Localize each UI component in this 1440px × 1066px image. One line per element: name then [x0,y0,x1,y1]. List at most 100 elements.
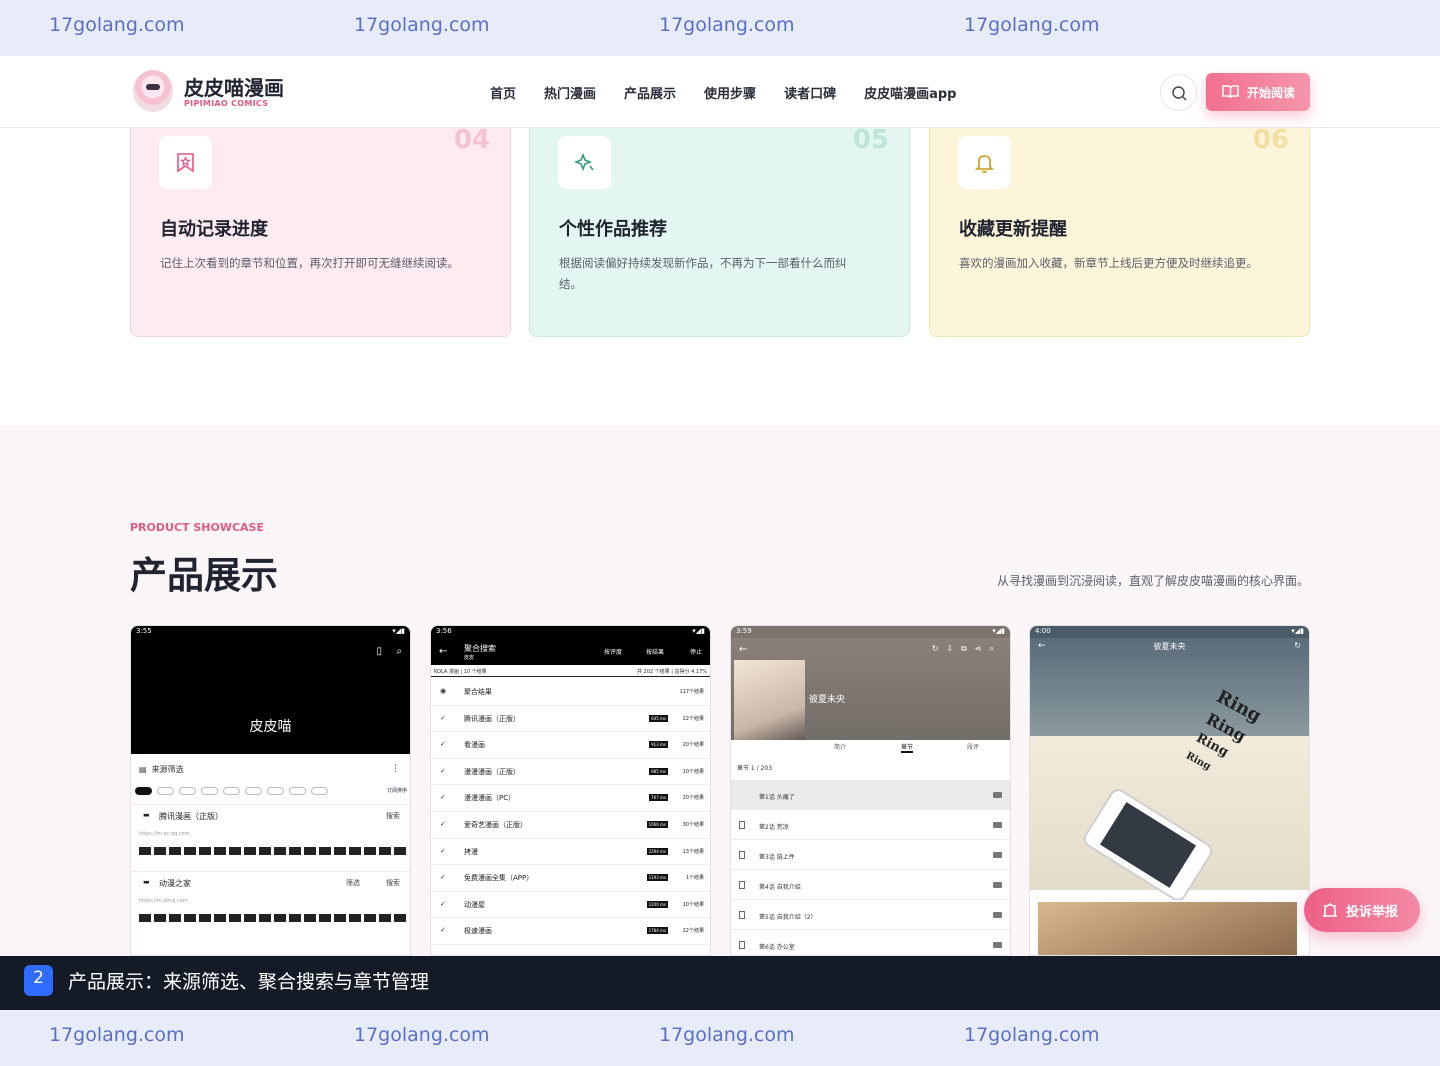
screenshot-reader[interactable]: 4:00 ▾◢▮ ← 彼夏未央 ↻ Ring Ring Ring Ring [1029,625,1310,956]
chapter-status-icon [993,792,1002,798]
filter-chip[interactable] [179,787,196,795]
watermark-strip-top: 17golang.com 17golang.com 17golang.com 1… [0,0,1440,56]
screenshot-source-filter[interactable]: 3:55 ▾◢▮ ▯ ⌕ 皮皮喵 ▤ 来源筛选 ⋮ 订阅排序 ▬ 腾讯漫画（正版）… [130,625,411,956]
list-item[interactable]: ◉ 聚合结果 117个结果 [431,679,710,706]
brand-subtitle: PIPIMIAO COMICS [184,99,269,108]
nav-item-hot[interactable]: 热门漫画 [544,83,596,102]
feature-description: 根据阅读偏好持续发现新作品，不再为下一部看什么而纠结。 [559,256,847,291]
bookmark-icon [739,881,745,889]
filter-bar: ▤ 来源筛选 [139,765,184,774]
filter-chip[interactable] [157,787,174,795]
chapter-item[interactable]: 第5话 自我介绍（2） [731,900,1010,930]
reader-title: 彼夏未央 [1153,642,1186,651]
filter-chip[interactable] [267,787,284,795]
source-name: 动漫之家 [159,879,191,888]
bookmark-icon [739,821,745,829]
feature-title: 个性作品推荐 [559,219,667,240]
radio-icon: ◉ [440,687,447,695]
source-search-action[interactable]: 搜索 [386,878,400,888]
toolbar-icons[interactable]: ↻⇩⧉⋖⌕ [932,644,1002,654]
nav-item-showcase[interactable]: 产品展示 [624,83,676,102]
report-button[interactable]: 投诉举报 [1304,888,1420,932]
toolbar-action[interactable]: 按评度 [604,647,622,656]
tab-comments[interactable]: 段评 [967,742,979,751]
source-url: https://m.dmzj.com [139,898,188,904]
screenshot-aggregate-search[interactable]: 3:56 ▾◢▮ ← 聚合搜索 皮皮 按评度 按结果 停止 KOLA 漫画 | 1… [430,625,711,956]
feature-card-reminder: 06 收藏更新提醒 喜欢的漫画加入收藏，新章节上线后更方便及时继续追更。 [929,116,1310,337]
list-item[interactable]: ✓ 动漫屋 1200 ms 10个结果 [431,892,710,919]
feature-title: 自动记录进度 [160,219,268,240]
check-icon: ✓ [440,846,446,855]
check-icon: ✓ [440,740,446,749]
site-header: 皮皮喵漫画 PIPIMIAO COMICS 首页 热门漫画 产品展示 使用步骤 … [0,56,1440,128]
sparkle-icon [574,152,594,172]
nav-item-home[interactable]: 首页 [490,83,516,102]
watermark-text: 17golang.com [659,1024,795,1046]
screenshot-chapter-list[interactable]: 3:59 ▾◢▮ ← ↻⇩⧉⋖⌕ 彼夏未央 简介 章节 段评 章节 1 / 203… [730,625,1011,956]
toolbar-action[interactable]: 按结果 [646,647,664,656]
list-item[interactable]: ✓ 漫漫漫画（正版） 985 ms 10个结果 [431,759,710,786]
filter-chip[interactable] [201,787,218,795]
tab-chapters[interactable]: 章节 [901,742,914,753]
source-search-action[interactable]: 搜索 [386,811,400,821]
chapter-item[interactable]: 第3话 链上件 [731,840,1010,870]
source-tags [139,847,409,855]
refresh-icon[interactable]: ↻ [1294,641,1301,650]
report-label: 投诉举报 [1346,905,1399,920]
feature-icon-box [159,136,212,189]
chapter-list: 第1话 头痛了 第2话 荒凉 第3话 链上件 第4话 自我介绍 第5话 自我介绍… [731,780,1010,955]
filter-chip[interactable] [245,787,262,795]
brand-name[interactable]: 皮皮喵漫画 [184,72,284,101]
brand-logo[interactable] [133,70,173,112]
source-name: 腾讯漫画（正版） [159,812,223,821]
filter-chip[interactable] [289,787,306,795]
source-url: https://m.ac.qq.com [139,831,190,837]
chapter-status-icon [993,822,1002,828]
tab-intro[interactable]: 简介 [834,742,846,751]
toolbar-action[interactable]: 停止 [690,647,702,656]
product-showcase-section: PRODUCT SHOWCASE 产品展示 从寻找漫画到沉浸阅读，直观了解皮皮喵… [0,425,1440,956]
source-row[interactable]: ▬ 动漫之家 筛选 搜索 https://m.dmzj.com [131,871,410,929]
filter-chip[interactable] [135,787,152,795]
filter-chip[interactable] [311,787,328,795]
chapter-item[interactable]: 第4话 自我介绍 [731,870,1010,900]
check-icon: ✓ [440,766,446,775]
list-item[interactable]: ✓ 腾讯漫画（正版） 645 ms 22个结果 [431,706,710,733]
search-button[interactable] [1160,74,1197,111]
sort-label[interactable]: 订阅排序 [387,787,407,794]
start-reading-button[interactable]: 开始阅读 [1206,73,1310,111]
chip-row: 订阅排序 [135,787,409,797]
back-arrow-icon[interactable]: ← [739,644,747,655]
status-bar: 4:00 ▾◢▮ [1030,626,1309,638]
caption-bar: 2 产品展示：来源筛选、聚合搜索与章节管理 [0,956,1440,1010]
more-vert-icon[interactable]: ⋮ [391,764,400,774]
chapter-item[interactable]: 第2话 荒凉 [731,810,1010,840]
toolbar-subtitle: 皮皮 [464,655,475,661]
source-row[interactable]: ▬ 腾讯漫画（正版） 搜索 https://m.ac.qq.com [131,804,410,862]
check-icon: ✓ [440,793,446,802]
watermark-text: 17golang.com [354,1024,490,1046]
watermark-text: 17golang.com [964,1024,1100,1046]
bookmark-icon [739,911,745,919]
feature-title: 收藏更新提醒 [959,219,1067,240]
filter-chip[interactable] [223,787,240,795]
section-description: 从寻找漫画到沉浸阅读，直观了解皮皮喵漫画的核心界面。 [996,574,1309,588]
list-item[interactable]: ✓ 看漫画 913 ms 20个结果 [431,732,710,759]
nav-item-steps[interactable]: 使用步骤 [704,83,756,102]
watermark-text: 17golang.com [49,14,185,36]
list-item[interactable]: ✓ 免费漫画全集（APP） 1193 ms 1个结果 [431,865,710,892]
list-item[interactable]: ✓ 拷漫 2294 ms 13个结果 [431,839,710,866]
source-icon: ▬ [143,878,150,886]
nav-item-app[interactable]: 皮皮喵漫画app [864,83,956,102]
list-item[interactable]: ✓ 爱奇艺漫画（正版） 1066 ms 30个结果 [431,812,710,839]
nav-item-reviews[interactable]: 读者口碑 [784,83,836,102]
check-icon: ✓ [440,713,446,722]
source-filter-action[interactable]: 筛选 [346,878,360,888]
list-item[interactable]: ✓ 极速漫画 1784 ms 22个结果 [431,918,710,945]
back-arrow-icon[interactable]: ← [439,646,447,657]
list-item[interactable]: ✓ 漫漫漫画（PC） 767 ms 20个结果 [431,785,710,812]
chapter-item[interactable]: 第6话 办公室 [731,930,1010,955]
search-summary: KOLA 漫画 | 10 个结果 共 202 个结果 | 总得分 4.17% [431,666,710,677]
feature-icon-box [558,136,611,189]
chapter-item[interactable]: 第1话 头痛了 [731,780,1010,810]
